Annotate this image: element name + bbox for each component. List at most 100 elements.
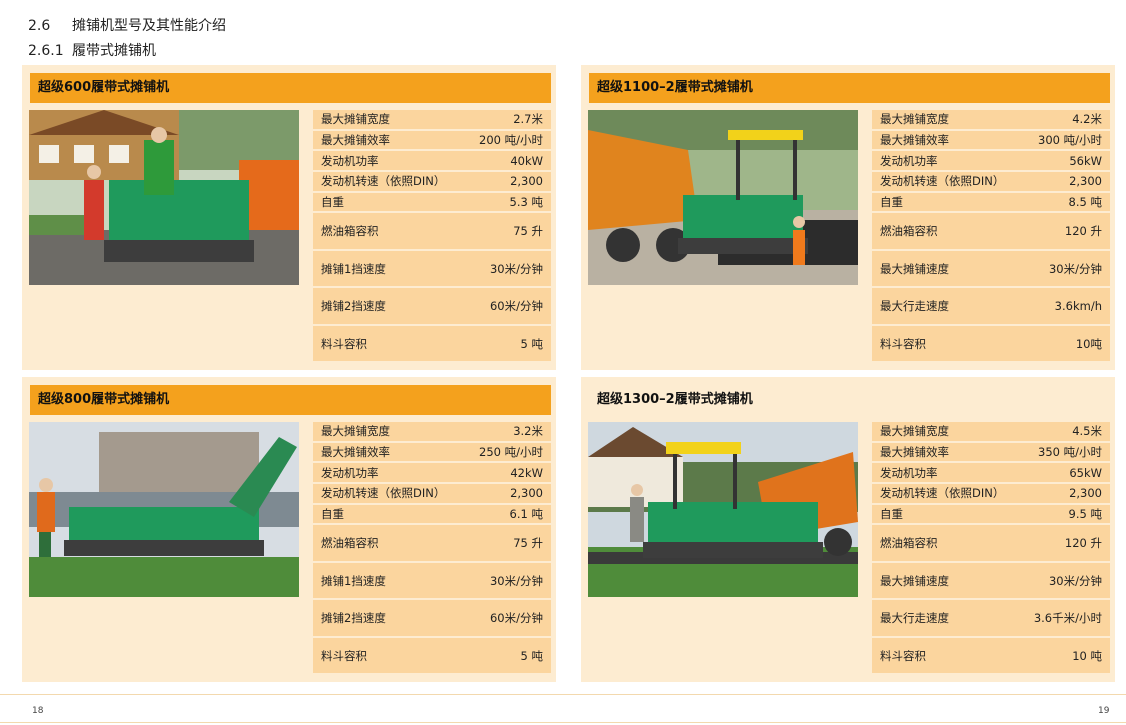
spec-label: 发动机功率 — [880, 465, 938, 480]
card-title: 超级600履带式摊铺机 — [30, 73, 551, 103]
spec-row: 最大行走速度 3.6千米/小时 — [872, 600, 1110, 636]
section-heading: 2.6 摊铺机型号及其性能介绍 — [28, 15, 226, 35]
spec-value: 60米/分钟 — [489, 611, 543, 626]
card-title: 超级800履带式摊铺机 — [30, 385, 551, 415]
spec-label: 最大摊铺效率 — [880, 133, 949, 148]
spec-row: 料斗容积 5 吨 — [313, 637, 551, 674]
spec-label: 摊铺2挡速度 — [321, 299, 386, 314]
paver-photo — [29, 422, 299, 597]
spec-value: 5.3 吨 — [509, 195, 543, 210]
spec-label: 发动机功率 — [321, 153, 379, 168]
page-number-left: 18 — [32, 706, 44, 716]
spec-row: 最大摊铺宽度 4.2米 — [872, 110, 1110, 129]
spec-table: 最大摊铺宽度 4.5米 最大摊铺效率 350 吨/小时 发动机功率 65kW 发动机转… — [872, 422, 1110, 675]
spec-table: 最大摊铺宽度 3.2米 最大摊铺效率 250 吨/小时 发动机功率 42kW 发动机转… — [313, 422, 551, 675]
spec-value: 6.1 吨 — [509, 507, 543, 522]
spec-value: 2,300 — [1069, 486, 1102, 501]
spec-row: 摊铺2挡速度 60米/分钟 — [313, 288, 551, 324]
spec-value: 75 升 — [513, 536, 543, 551]
spec-row: 摊铺1挡速度 30米/分钟 — [313, 250, 551, 287]
spec-value: 40kW — [510, 153, 543, 168]
spec-row: 料斗容积 10 吨 — [872, 637, 1110, 674]
spec-row: 最大摊铺效率 200 吨/小时 — [313, 130, 551, 150]
spec-label: 最大行走速度 — [880, 299, 949, 314]
spec-row: 燃油箱容积 75 升 — [313, 525, 551, 561]
spec-label: 自重 — [321, 507, 344, 522]
spec-label: 最大摊铺宽度 — [880, 112, 949, 127]
spec-value: 2.7米 — [513, 112, 543, 127]
spec-label: 发动机转速（依照DIN） — [880, 174, 1005, 189]
spec-value: 5 吨 — [520, 336, 543, 351]
spec-value: 3.2米 — [513, 424, 543, 439]
spec-value: 2,300 — [1069, 174, 1102, 189]
paver-card-super-1300-2: 超级1300–2履带式摊铺机 最大摊铺宽度 4.5米 最大摊铺效率 350 吨/小时… — [581, 377, 1115, 682]
spec-label: 最大摊铺效率 — [880, 445, 949, 460]
spec-value: 75 升 — [513, 224, 543, 239]
spec-label: 自重 — [880, 507, 903, 522]
spec-row: 料斗容积 10吨 — [872, 325, 1110, 362]
spec-row: 燃油箱容积 75 升 — [313, 213, 551, 249]
subsection-number: 2.6.1 — [28, 43, 64, 59]
spec-label: 燃油箱容积 — [880, 536, 938, 551]
spec-row: 摊铺2挡速度 60米/分钟 — [313, 600, 551, 636]
spec-label: 燃油箱容积 — [321, 536, 379, 551]
spec-label: 发动机转速（依照DIN） — [321, 174, 446, 189]
spec-label: 燃油箱容积 — [880, 224, 938, 239]
spec-value: 4.5米 — [1072, 424, 1102, 439]
spec-value: 8.5 吨 — [1068, 195, 1102, 210]
spec-value: 200 吨/小时 — [479, 133, 543, 148]
spec-row: 最大摊铺速度 30米/分钟 — [872, 562, 1110, 599]
spec-label: 最大摊铺速度 — [880, 573, 949, 588]
spec-label: 最大摊铺宽度 — [321, 112, 390, 127]
spec-row: 发动机转速（依照DIN） 2,300 — [872, 172, 1110, 191]
spec-value: 350 吨/小时 — [1038, 445, 1102, 460]
spec-label: 料斗容积 — [321, 648, 367, 663]
spec-value: 3.6千米/小时 — [1033, 611, 1102, 626]
spec-row: 发动机转速（依照DIN） 2,300 — [313, 484, 551, 503]
subsection-title: 履带式摊铺机 — [72, 43, 156, 59]
spec-row: 发动机功率 65kW — [872, 463, 1110, 483]
paver-photo — [588, 110, 858, 285]
spec-value: 4.2米 — [1072, 112, 1102, 127]
spec-label: 发动机转速（依照DIN） — [321, 486, 446, 501]
spec-value: 42kW — [510, 465, 543, 480]
spec-label: 发动机功率 — [321, 465, 379, 480]
spec-label: 燃油箱容积 — [321, 224, 379, 239]
spec-row: 自重 6.1 吨 — [313, 504, 551, 524]
spec-row: 最大摊铺效率 250 吨/小时 — [313, 442, 551, 462]
spec-row: 燃油箱容积 120 升 — [872, 525, 1110, 561]
spec-label: 最大摊铺效率 — [321, 445, 390, 460]
spec-label: 料斗容积 — [880, 336, 926, 351]
spec-value: 5 吨 — [520, 648, 543, 663]
spec-row: 最大摊铺速度 30米/分钟 — [872, 250, 1110, 287]
spec-row: 最大摊铺效率 300 吨/小时 — [872, 130, 1110, 150]
spec-row: 发动机功率 56kW — [872, 151, 1110, 171]
spec-row: 发动机转速（依照DIN） 2,300 — [313, 172, 551, 191]
spec-value: 120 升 — [1064, 536, 1102, 551]
spec-row: 最大行走速度 3.6km/h — [872, 288, 1110, 324]
spec-label: 发动机转速（依照DIN） — [880, 486, 1005, 501]
footer-divider-top — [0, 694, 1126, 695]
spec-label: 最大行走速度 — [880, 611, 949, 626]
spec-value: 30米/分钟 — [489, 573, 543, 588]
spec-row: 发动机功率 42kW — [313, 463, 551, 483]
spec-value: 2,300 — [510, 486, 543, 501]
spec-table: 最大摊铺宽度 2.7米 最大摊铺效率 200 吨/小时 发动机功率 40kW 发动机转… — [313, 110, 551, 363]
spec-row: 最大摊铺宽度 4.5米 — [872, 422, 1110, 441]
spec-label: 自重 — [321, 195, 344, 210]
section-number: 2.6 — [28, 18, 51, 34]
card-title: 超级1300–2履带式摊铺机 — [597, 392, 753, 407]
spec-row: 摊铺1挡速度 30米/分钟 — [313, 562, 551, 599]
paver-card-super-800: 超级800履带式摊铺机 最大摊铺宽度 3.2米 最大摊铺效率 250 吨/小时 发动… — [22, 377, 556, 682]
spec-label: 料斗容积 — [880, 648, 926, 663]
spec-row: 最大摊铺宽度 2.7米 — [313, 110, 551, 129]
spec-label: 自重 — [880, 195, 903, 210]
spec-value: 56kW — [1069, 153, 1102, 168]
spec-row: 燃油箱容积 120 升 — [872, 213, 1110, 249]
spec-label: 发动机功率 — [880, 153, 938, 168]
spec-value: 65kW — [1069, 465, 1102, 480]
section-title: 摊铺机型号及其性能介绍 — [72, 18, 226, 34]
spec-value: 9.5 吨 — [1068, 507, 1102, 522]
spec-value: 30米/分钟 — [489, 261, 543, 276]
spec-label: 摊铺1挡速度 — [321, 573, 386, 588]
